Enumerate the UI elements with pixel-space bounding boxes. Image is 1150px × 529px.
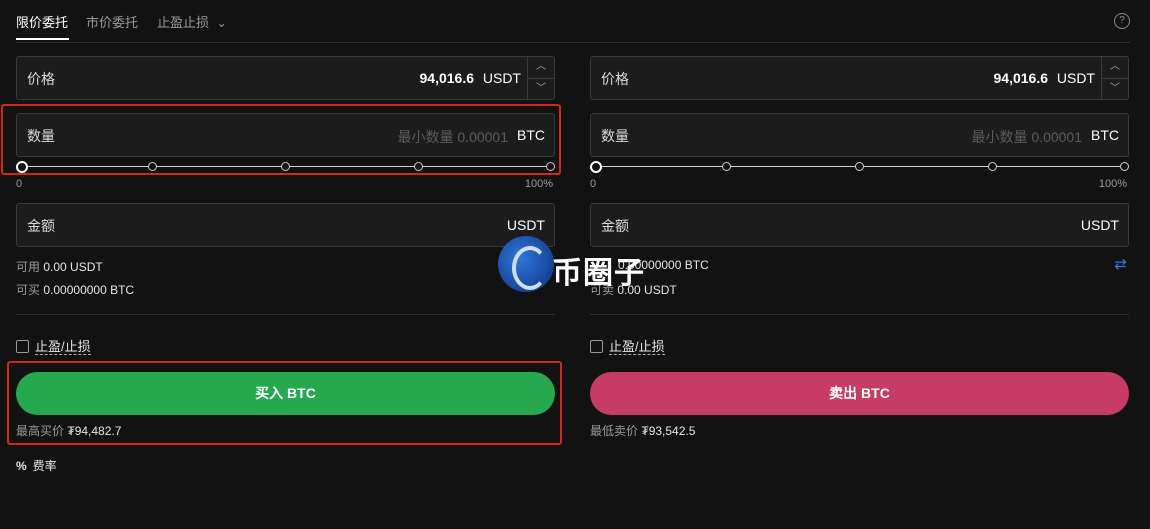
slider-max-label: 100% [524, 178, 553, 190]
buy-tpsl-toggle[interactable]: 止盈/止损 [16, 336, 91, 355]
increment-icon[interactable]: ︿ [528, 57, 554, 79]
swap-icon[interactable]: ⇄ [1114, 255, 1127, 273]
decrement-icon[interactable]: ﹀ [1102, 79, 1128, 100]
slider-stop-75[interactable] [988, 162, 997, 171]
percent-icon: % [16, 459, 27, 473]
buy-amount-field[interactable]: 金额 USDT [16, 203, 555, 247]
slider-stop-25[interactable] [722, 162, 731, 171]
increment-icon[interactable]: ︿ [1102, 57, 1128, 79]
sell-quantity-field[interactable]: 数量 最小数量 0.00001 BTC [590, 113, 1129, 157]
tpsl-label: 止盈/止损 [35, 339, 91, 355]
watermark-logo-icon [498, 236, 554, 292]
buy-price-value: 94,016.6 [419, 70, 475, 86]
slider-stop-100[interactable] [1120, 162, 1129, 171]
available-label: 可用 [16, 260, 41, 274]
buy-price-stepper[interactable]: ︿ ﹀ [527, 57, 554, 99]
sell-quantity-placeholder: 最小数量 0.00001 [971, 129, 1083, 145]
sell-amount-unit: USDT [1080, 217, 1119, 233]
sell-amount-label: 金额 [601, 218, 629, 234]
highlight-box-quantity [1, 104, 561, 175]
best-price-value: ₮93,542.5 [641, 424, 696, 438]
highlight-box-buy [7, 361, 562, 445]
slider-stop-50[interactable] [855, 162, 864, 171]
watermark-text: 币圈子 [552, 256, 645, 291]
sell-amount-field[interactable]: 金额 USDT [590, 203, 1129, 247]
sell-price-value: 94,016.6 [993, 70, 1049, 86]
buy-amount-label: 金额 [27, 218, 55, 234]
checkbox-icon[interactable] [590, 340, 603, 353]
sell-price-field[interactable]: 价格 94,016.6 USDT ︿ ﹀ [590, 56, 1129, 100]
can-buy-label: 可买 [16, 283, 41, 297]
watermark: 币圈子 [498, 236, 658, 296]
divider [590, 314, 1129, 315]
can-buy-value: 0.00000000 BTC [43, 283, 135, 297]
sell-best-price: 最低卖价 ₮93,542.5 [590, 422, 695, 439]
sell-percent-slider[interactable] [590, 161, 1129, 173]
tpsl-label: 止盈/止损 [609, 339, 665, 355]
sell-panel: 价格 94,016.6 USDT ︿ ﹀ 数量 最小数量 0.00001 BTC… [590, 0, 1129, 529]
divider [16, 314, 555, 315]
buy-price-field[interactable]: 价格 94,016.6 USDT ︿ ﹀ [16, 56, 555, 100]
best-price-label: 最低卖价 [590, 424, 639, 438]
decrement-icon[interactable]: ﹀ [528, 79, 554, 100]
buy-price-label: 价格 [27, 71, 55, 87]
sell-price-label: 价格 [601, 71, 629, 87]
fee-rate-link[interactable]: % 费率 [16, 457, 57, 474]
slider-min-label: 0 [590, 178, 597, 190]
sell-quantity-unit: BTC [1091, 127, 1119, 143]
buy-price-unit: USDT [482, 70, 521, 86]
buy-panel: 价格 94,016.6 USDT ︿ ﹀ 数量 最小数量 0.00001 BTC… [16, 0, 555, 529]
sell-quantity-label: 数量 [601, 128, 629, 144]
slider-max-label: 100% [1098, 178, 1127, 190]
checkbox-icon[interactable] [16, 340, 29, 353]
buy-available: 可用 0.00 USDT [16, 258, 103, 275]
fee-rate-label: 费率 [32, 459, 57, 473]
sell-button[interactable]: 卖出 BTC [590, 372, 1129, 415]
slider-handle[interactable] [590, 161, 602, 173]
available-value: 0.00 USDT [43, 260, 103, 274]
buy-amount-unit: USDT [506, 217, 545, 233]
sell-price-unit: USDT [1056, 70, 1095, 86]
sell-price-stepper[interactable]: ︿ ﹀ [1101, 57, 1128, 99]
sell-tpsl-toggle[interactable]: 止盈/止损 [590, 336, 665, 355]
slider-min-label: 0 [16, 178, 23, 190]
buy-max: 可买 0.00000000 BTC [16, 281, 134, 298]
